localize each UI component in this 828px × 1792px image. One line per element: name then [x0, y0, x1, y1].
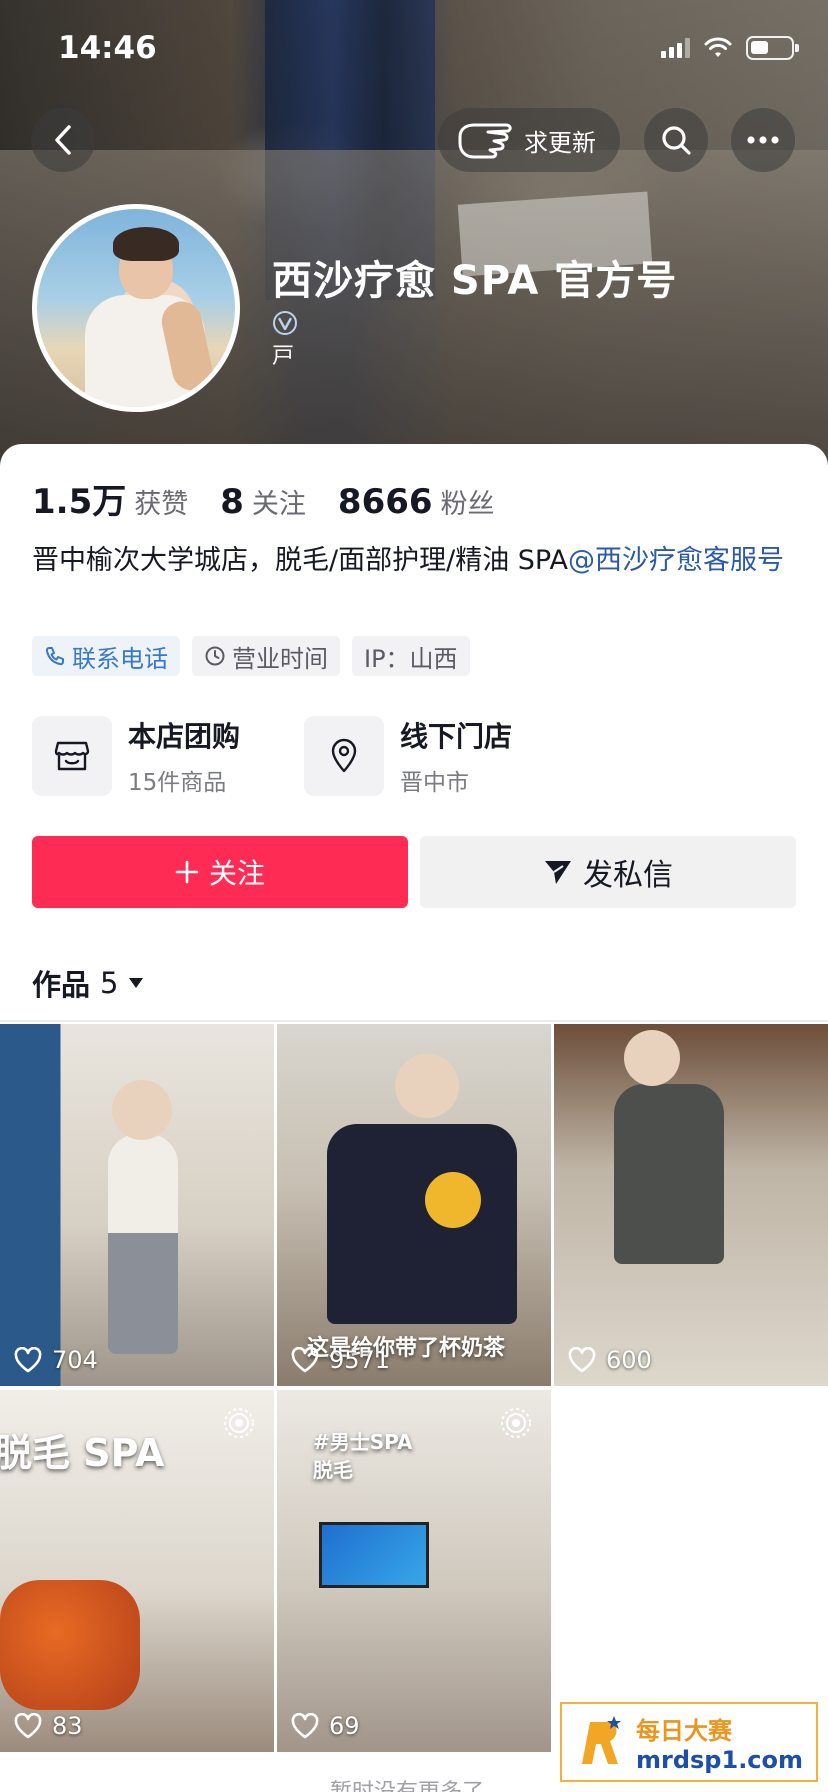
search-icon — [662, 126, 691, 155]
more-options-button[interactable] — [731, 108, 795, 172]
watermark-title: 每日大赛 — [636, 1716, 732, 1745]
bio-mention-link[interactable]: @西沙疗愈客服号 — [568, 545, 784, 576]
like-count-value: 9571 — [329, 1346, 391, 1374]
send-message-label: 发私信 — [583, 858, 673, 893]
stat-likes-label: 获赞 — [134, 489, 189, 520]
heart-icon — [568, 1347, 596, 1373]
wifi-icon — [704, 37, 732, 57]
video-tile[interactable]: 这是给你带了杯奶茶 9571 — [277, 1024, 551, 1386]
offline-store-entry[interactable]: 线下门店 晋中市 — [304, 716, 512, 796]
stat-following-label: 关注 — [251, 489, 306, 520]
action-buttons: 关注 发私信 — [32, 836, 796, 908]
stat-likes[interactable]: 1.5万 获赞 — [32, 474, 188, 523]
profile-subtitle-glyph: 戸 — [272, 344, 295, 369]
plus-icon — [175, 860, 199, 884]
like-count: 83 — [14, 1712, 83, 1740]
video-caption: #男士SPA 脱毛 — [313, 1430, 413, 1482]
offline-store-subtitle: 晋中市 — [400, 770, 469, 796]
like-count-value: 69 — [329, 1712, 360, 1740]
stat-followers-value: 8666 — [337, 482, 433, 522]
follow-button[interactable]: 关注 — [32, 836, 408, 908]
blurred-face-sticker — [395, 1054, 459, 1118]
clock-icon — [205, 646, 225, 666]
live-photo-icon — [501, 1408, 531, 1438]
business-hours-tag[interactable]: 营业时间 — [192, 636, 340, 676]
flower-basket — [0, 1580, 140, 1710]
stat-likes-value: 1.5万 — [32, 482, 127, 522]
paper-plane-icon — [545, 861, 571, 884]
back-button[interactable] — [31, 108, 95, 172]
profile-avatar[interactable] — [32, 204, 240, 412]
watermark-logo — [582, 1716, 621, 1764]
caret-down-icon — [129, 978, 144, 988]
stats-row: 1.5万 获赞 8 关注 8666 粉丝 — [32, 474, 527, 523]
smiley-print — [425, 1172, 481, 1228]
verified-badge-icon — [273, 311, 297, 335]
video-tile[interactable]: #男士SPA 脱毛 69 — [277, 1390, 551, 1752]
like-count: 600 — [568, 1346, 652, 1374]
search-button[interactable] — [644, 108, 708, 172]
like-count-value: 600 — [606, 1346, 652, 1374]
like-count: 69 — [291, 1712, 360, 1740]
pointing-hand-icon — [458, 123, 512, 159]
chevron-left-icon — [55, 125, 71, 155]
profile-tags: 联系电话 营业时间 IP：山西 — [32, 636, 470, 676]
heart-icon — [14, 1347, 42, 1373]
shop-row: 本店团购 15件商品 线下门店 晋中市 — [32, 716, 802, 796]
heart-icon — [14, 1713, 42, 1739]
stat-followers[interactable]: 8666 粉丝 — [338, 482, 495, 522]
tv-screen — [319, 1522, 429, 1588]
no-more-content-text: 暂时没有更多了 — [330, 1774, 484, 1792]
status-time: 14:46 — [58, 30, 157, 66]
watermark-url: mrdsp1.com — [636, 1745, 804, 1774]
like-count: 9571 — [291, 1346, 390, 1374]
stat-followers-label: 粉丝 — [440, 489, 495, 520]
bio-text: 晋中榆次大学城店，脱毛/面部护理/精油 SPA — [32, 545, 568, 576]
group-buy-subtitle: 15件商品 — [128, 770, 227, 796]
ip-location-tag: IP：山西 — [352, 636, 470, 676]
works-count: 5 — [100, 966, 119, 1000]
contact-phone-label: 联系电话 — [72, 644, 168, 673]
contact-phone-tag[interactable]: 联系电话 — [32, 636, 180, 676]
site-watermark: 每日大赛 mrdsp1.com — [560, 1702, 818, 1782]
works-divider — [0, 1020, 828, 1022]
store-icon — [32, 716, 112, 796]
blurred-face-sticker — [624, 1030, 680, 1086]
request-update-label: 求更新 — [524, 128, 596, 157]
business-hours-label: 营业时间 — [232, 644, 328, 673]
profile-name: 西沙疗愈 SPA 官方号 — [272, 258, 678, 304]
cellular-signal-icon — [661, 38, 690, 58]
video-caption: 脱毛 SPA — [0, 1431, 165, 1475]
like-count-value: 704 — [52, 1346, 98, 1374]
like-count-value: 83 — [52, 1712, 83, 1740]
phone-icon — [45, 647, 64, 666]
request-update-button[interactable]: 求更新 — [438, 108, 620, 172]
like-count: 704 — [14, 1346, 98, 1374]
group-buy-entry[interactable]: 本店团购 15件商品 — [32, 716, 240, 796]
blurred-face-sticker — [112, 1080, 172, 1140]
stat-following[interactable]: 8 关注 — [220, 482, 306, 522]
offline-store-title: 线下门店 — [400, 720, 513, 753]
status-icons — [661, 36, 799, 60]
more-dots-icon — [747, 136, 779, 144]
follow-label: 关注 — [208, 857, 265, 890]
video-tile[interactable]: 脱毛 SPA 83 — [0, 1390, 274, 1752]
stat-following-value: 8 — [220, 482, 244, 522]
send-message-button[interactable]: 发私信 — [420, 836, 796, 908]
works-label: 作品 — [32, 968, 91, 1002]
location-pin-icon — [304, 716, 384, 796]
live-photo-icon — [224, 1408, 254, 1438]
video-tile[interactable]: 600 — [554, 1024, 828, 1386]
profile-bio: 晋中榆次大学城店，脱毛/面部护理/精油 SPA@西沙疗愈客服号 — [32, 540, 802, 582]
works-tab[interactable]: 作品 5 — [32, 962, 144, 1004]
battery-icon — [746, 36, 799, 60]
ip-location-label: IP：山西 — [364, 644, 458, 673]
video-tile[interactable]: 704 — [0, 1024, 274, 1386]
heart-icon — [291, 1347, 319, 1373]
heart-icon — [291, 1713, 319, 1739]
group-buy-title: 本店团购 — [128, 720, 241, 753]
